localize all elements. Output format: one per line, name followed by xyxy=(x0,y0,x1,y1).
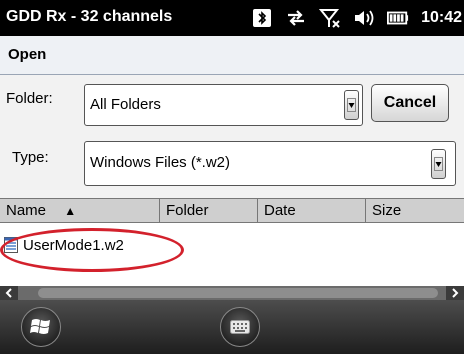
windows-logo-icon xyxy=(30,319,50,334)
keyboard-icon xyxy=(230,320,250,334)
folder-dropdown-button[interactable] xyxy=(344,90,359,120)
bluetooth-icon[interactable] xyxy=(251,7,273,29)
folder-label: Folder: xyxy=(6,90,53,107)
type-label: Type: xyxy=(12,149,49,166)
volume-icon[interactable] xyxy=(353,7,375,29)
sort-ascending-icon: ▲ xyxy=(64,204,77,218)
status-icons: 10:42 xyxy=(251,4,464,32)
data-connection-icon[interactable] xyxy=(285,7,307,29)
chevron-right-icon xyxy=(452,288,459,298)
battery-icon[interactable] xyxy=(387,7,409,29)
file-list: UserMode1.w2 xyxy=(0,223,464,286)
start-button[interactable] xyxy=(21,307,61,347)
column-name[interactable]: Name ▲ xyxy=(0,199,160,222)
open-form: Folder: All Folders Cancel Type: Windows… xyxy=(0,75,464,198)
scroll-left-button[interactable] xyxy=(0,286,18,300)
file-icon xyxy=(4,237,18,253)
chevron-down-icon xyxy=(347,98,356,112)
type-value: Windows Files (*.w2) xyxy=(90,154,231,171)
type-dropdown-button[interactable] xyxy=(431,149,446,179)
scroll-right-button[interactable] xyxy=(446,286,464,300)
column-label: Name xyxy=(6,202,47,219)
chevron-down-icon xyxy=(434,157,443,171)
list-item[interactable]: UserMode1.w2 xyxy=(4,233,124,257)
file-list-header: Name ▲ Folder Date Size xyxy=(0,198,464,223)
column-label: Size xyxy=(372,202,402,219)
column-label: Date xyxy=(264,202,296,219)
signal-off-icon[interactable] xyxy=(319,7,341,29)
title-bar: GDD Rx - 32 channels 10:42 xyxy=(0,0,464,36)
app-title: GDD Rx - 32 channels xyxy=(6,8,173,25)
folder-select[interactable]: All Folders xyxy=(84,84,363,126)
column-label: Folder xyxy=(166,202,209,219)
column-folder[interactable]: Folder xyxy=(160,199,258,222)
cancel-button[interactable]: Cancel xyxy=(371,84,449,122)
taskbar xyxy=(0,300,464,354)
keyboard-button[interactable] xyxy=(220,307,260,347)
chevron-left-icon xyxy=(5,288,12,298)
column-size[interactable]: Size xyxy=(366,199,464,222)
type-select[interactable]: Windows Files (*.w2) xyxy=(84,141,456,186)
file-name: UserMode1.w2 xyxy=(23,236,124,254)
horizontal-scrollbar[interactable] xyxy=(0,286,464,300)
scroll-thumb[interactable] xyxy=(38,288,438,298)
folder-value: All Folders xyxy=(90,96,161,113)
clock-time[interactable]: 10:42 xyxy=(421,9,462,27)
dialog-title: Open xyxy=(8,46,47,63)
column-date[interactable]: Date xyxy=(258,199,366,222)
dialog-header: Open xyxy=(0,36,464,75)
